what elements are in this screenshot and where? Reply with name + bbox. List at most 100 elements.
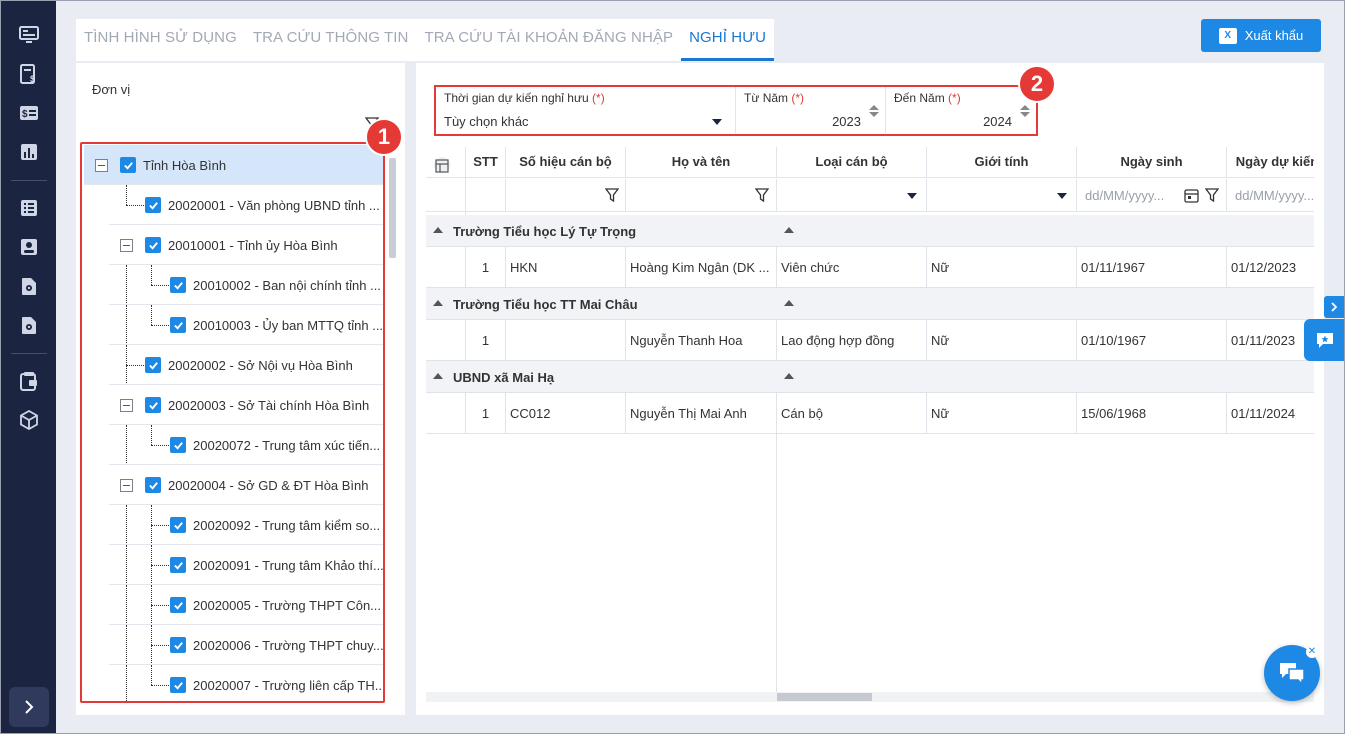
unit-tree: Tỉnh Hòa Bình 20020001 - Văn phòng UBND … [84,145,387,703]
tree-node-root[interactable]: Tỉnh Hòa Bình [84,145,383,185]
period-select[interactable]: Thời gian dự kiến nghỉ hưu (*) Tùy chọn … [436,87,736,133]
list-icon[interactable] [18,197,40,219]
checkbox-checked-icon[interactable] [170,517,186,533]
checkbox-checked-icon[interactable] [145,197,161,213]
col-header-code[interactable]: Số hiệu cán bộ [506,147,626,177]
group-row[interactable]: Trường Tiểu học Lý Tự Trọng [426,215,1314,247]
group-row[interactable]: UBND xã Mai Hạ [426,361,1314,393]
tree-node[interactable]: 20020092 - Trung tâm kiểm so... [109,505,383,545]
tree-node[interactable]: 20010002 - Ban nội chính tỉnh ... [109,265,383,305]
checkbox-checked-icon[interactable] [145,477,161,493]
doc-settings-icon[interactable] [18,275,40,297]
checkbox-checked-icon[interactable] [170,637,186,653]
profile-icon[interactable] [18,236,40,258]
tree-node[interactable]: 20010003 - Ủy ban MTTQ tỉnh ... [109,305,383,345]
side-panel-toggle[interactable] [1324,296,1344,318]
cell-code [506,320,626,361]
caret-up-icon [784,227,794,233]
tree-node[interactable]: 20020002 - Sở Nội vụ Hòa Bình [109,345,383,385]
tree-node[interactable]: 20010001 - Tỉnh ủy Hòa Bình [109,225,383,265]
filter-icon[interactable] [1205,188,1219,202]
bar-chart-icon[interactable] [18,141,40,163]
sidebar: $ $ [1,1,56,733]
date-placeholder: dd/MM/yyyy... [1085,188,1165,203]
feedback-button[interactable] [1304,319,1345,361]
to-year-input[interactable]: Đến Năm (*) 2024 [886,87,1036,133]
collapse-icon[interactable] [120,239,133,252]
checkbox-checked-icon[interactable] [170,677,186,693]
checkbox-checked-icon[interactable] [170,437,186,453]
tree-node[interactable]: 20020003 - Sở Tài chính Hòa Bình [109,385,383,425]
feedback-icon [1316,333,1333,348]
tab-lookup-info[interactable]: TRA CỨU THÔNG TIN [245,19,417,61]
sidebar-expand-button[interactable] [9,687,49,727]
collapse-icon[interactable] [120,399,133,412]
tree-node-label: 20020001 - Văn phòng UBND tỉnh ... [168,198,380,213]
table-row[interactable]: 1 CC012 Nguyễn Thị Mai Anh Cán bộ Nữ 15/… [426,393,1314,434]
checkbox-checked-icon[interactable] [170,277,186,293]
caret-up-icon[interactable] [433,227,443,233]
filter-cell-type[interactable] [777,179,927,211]
filter-cell-retire[interactable]: dd/MM/yyyy... [1227,179,1314,211]
dropdown-arrow-icon[interactable] [907,193,917,199]
group-title: Trường Tiểu học Lý Tự Trọng [453,224,637,239]
tree-node[interactable]: 20020007 - Trường liên cấp TH... [109,665,383,703]
tree-node-label: 20010002 - Ban nội chính tỉnh ... [193,278,381,293]
checkbox-checked-icon[interactable] [170,597,186,613]
close-icon[interactable]: ✕ [1306,646,1318,658]
col-header-type[interactable]: Loại cán bộ [777,147,927,177]
tree-node-label: 20020003 - Sở Tài chính Hòa Bình [168,398,370,413]
export-button[interactable]: X Xuất khẩu [1201,19,1321,52]
table-row[interactable]: 1 Nguyễn Thanh Hoa Lao động hợp đồng Nữ … [426,320,1314,361]
panel-splitter[interactable] [406,63,416,715]
collapse-icon[interactable] [95,159,108,172]
checkbox-checked-icon[interactable] [170,317,186,333]
checkbox-checked-icon[interactable] [120,157,136,173]
tree-node[interactable]: 20020005 - Trường THPT Côn... [109,585,383,625]
required-mark: (*) [592,91,605,105]
filter-cell-code[interactable] [506,179,626,211]
tree-node[interactable]: 20020072 - Trung tâm xúc tiến... [109,425,383,465]
checkbox-checked-icon[interactable] [145,397,161,413]
scrollbar-thumb[interactable] [777,693,872,701]
dropdown-arrow-icon[interactable] [1057,193,1067,199]
filter-icon[interactable] [605,188,619,202]
col-header-retire[interactable]: Ngày dự kiến [1227,147,1314,177]
filter-icon[interactable] [755,188,769,202]
money-card-icon[interactable]: $ [18,102,40,124]
tree-node[interactable]: 20020006 - Trường THPT chuy... [109,625,383,665]
spinner-icon[interactable] [869,105,879,117]
monitor-icon[interactable] [18,24,40,46]
tree-node[interactable]: 20020004 - Sở GD & ĐT Hòa Bình [109,465,383,505]
from-year-input[interactable]: Từ Năm (*) 2023 [736,87,886,133]
tab-retirement[interactable]: NGHỈ HƯU [681,19,775,61]
filter-cell-gender[interactable] [927,179,1077,211]
filter-cell-dob[interactable]: dd/MM/yyyy... [1077,179,1227,211]
col-header-gender[interactable]: Giới tính [927,147,1077,177]
tree-node[interactable]: 20020001 - Văn phòng UBND tỉnh ... [109,185,383,225]
spinner-icon[interactable] [1020,105,1030,117]
table-row[interactable]: 1 HKN Hoàng Kim Ngân (DK ... Viên chức N… [426,247,1314,288]
tab-lookup-account[interactable]: TRA CỨU TÀI KHOẢN ĐĂNG NHẬP [416,19,681,61]
caret-up-icon[interactable] [433,373,443,379]
filter-cell-name[interactable] [626,179,777,211]
wallet-icon[interactable] [18,370,40,392]
calendar-icon[interactable] [1184,188,1199,203]
doc-settings-2-icon[interactable] [18,314,40,336]
checkbox-checked-icon[interactable] [170,557,186,573]
checkbox-checked-icon[interactable] [145,357,161,373]
collapse-icon[interactable] [120,479,133,492]
tree-node[interactable]: 20020091 - Trung tâm Khảo thí... [109,545,383,585]
group-row[interactable]: Trường Tiểu học TT Mai Châu [426,288,1314,320]
col-header-dob[interactable]: Ngày sinh [1077,147,1227,177]
tree-scrollbar[interactable] [389,158,396,258]
finance-doc-icon[interactable]: $ [18,63,40,85]
cube-icon[interactable] [18,409,40,431]
grid-horizontal-scrollbar[interactable] [426,692,1314,702]
tree-node-label: 20020007 - Trường liên cấp TH... [193,678,383,693]
col-header-stt[interactable]: STT [466,147,506,177]
caret-up-icon[interactable] [433,300,443,306]
tab-usage[interactable]: TÌNH HÌNH SỬ DỤNG [76,19,245,61]
col-header-name[interactable]: Họ và tên [626,147,777,177]
checkbox-checked-icon[interactable] [145,237,161,253]
